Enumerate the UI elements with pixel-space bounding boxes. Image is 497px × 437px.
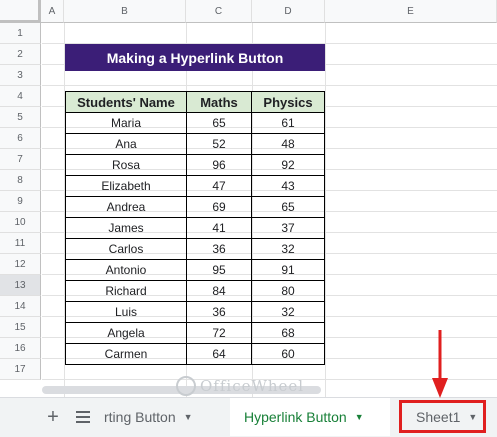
student-name-cell[interactable]: Richard bbox=[65, 280, 187, 302]
watermark-text: OfficeWheel bbox=[200, 377, 305, 395]
student-name-cell[interactable]: Rosa bbox=[65, 154, 187, 176]
table-row: Richard 84 80 bbox=[65, 280, 325, 302]
row-header-14[interactable]: 14 bbox=[0, 296, 41, 317]
row-header-17[interactable]: 17 bbox=[0, 359, 41, 380]
row-header-16[interactable]: 16 bbox=[0, 338, 41, 359]
caret-down-icon[interactable]: ▼ bbox=[184, 412, 193, 422]
list-icon[interactable] bbox=[72, 406, 94, 428]
physics-cell[interactable]: 32 bbox=[251, 301, 325, 323]
maths-cell[interactable]: 69 bbox=[186, 196, 252, 218]
maths-cell[interactable]: 36 bbox=[186, 301, 252, 323]
row-header-12[interactable]: 12 bbox=[0, 254, 41, 275]
table-row: Ana 52 48 bbox=[65, 133, 325, 155]
table-row: Carmen 64 60 bbox=[65, 343, 325, 365]
maths-cell[interactable]: 36 bbox=[186, 238, 252, 260]
table-row: Antonio 95 91 bbox=[65, 259, 325, 281]
grid-column-line bbox=[325, 23, 326, 397]
physics-cell[interactable]: 48 bbox=[251, 133, 325, 155]
header-students-name[interactable]: Students' Name bbox=[65, 91, 187, 113]
physics-cell[interactable]: 80 bbox=[251, 280, 325, 302]
table-row: James 41 37 bbox=[65, 217, 325, 239]
column-header-e[interactable]: E bbox=[325, 0, 497, 23]
row-header-6[interactable]: 6 bbox=[0, 128, 41, 149]
student-name-cell[interactable]: James bbox=[65, 217, 187, 239]
row-header-4[interactable]: 4 bbox=[0, 86, 41, 107]
student-name-cell[interactable]: Angela bbox=[65, 322, 187, 344]
student-table: Students' Name Maths Physics Maria 65 61 An… bbox=[65, 91, 325, 365]
tab-label: Hyperlink Button bbox=[244, 409, 347, 425]
officewheel-logo-icon bbox=[176, 376, 196, 396]
student-name-cell[interactable]: Maria bbox=[65, 112, 187, 134]
student-name-cell[interactable]: Andrea bbox=[65, 196, 187, 218]
student-name-cell[interactable]: Carmen bbox=[65, 343, 187, 365]
student-name-cell[interactable]: Luis bbox=[65, 301, 187, 323]
maths-cell[interactable]: 72 bbox=[186, 322, 252, 344]
maths-cell[interactable]: 52 bbox=[186, 133, 252, 155]
header-maths[interactable]: Maths bbox=[186, 91, 252, 113]
physics-cell[interactable]: 37 bbox=[251, 217, 325, 239]
physics-cell[interactable]: 61 bbox=[251, 112, 325, 134]
row-header-15[interactable]: 15 bbox=[0, 317, 41, 338]
table-row: Luis 36 32 bbox=[65, 301, 325, 323]
row-header-5[interactable]: 5 bbox=[0, 107, 41, 128]
row-header-1[interactable]: 1 bbox=[0, 23, 41, 44]
row-header-8[interactable]: 8 bbox=[0, 170, 41, 191]
maths-cell[interactable]: 84 bbox=[186, 280, 252, 302]
column-header-b[interactable]: B bbox=[64, 0, 186, 23]
tab-label: rting Button bbox=[104, 409, 176, 425]
maths-cell[interactable]: 96 bbox=[186, 154, 252, 176]
student-name-cell[interactable]: Carlos bbox=[65, 238, 187, 260]
physics-cell[interactable]: 32 bbox=[251, 238, 325, 260]
row-header-2[interactable]: 2 bbox=[0, 44, 41, 65]
row-header-11[interactable]: 11 bbox=[0, 233, 41, 254]
caret-down-icon[interactable]: ▼ bbox=[355, 412, 364, 422]
row-header-10[interactable]: 10 bbox=[0, 212, 41, 233]
physics-cell[interactable]: 65 bbox=[251, 196, 325, 218]
column-header-a[interactable]: A bbox=[41, 0, 64, 23]
column-header-c[interactable]: C bbox=[186, 0, 252, 23]
table-row: Maria 65 61 bbox=[65, 112, 325, 134]
table-row: Angela 72 68 bbox=[65, 322, 325, 344]
watermark: OfficeWheel bbox=[176, 376, 304, 396]
physics-cell[interactable]: 91 bbox=[251, 259, 325, 281]
red-arrow-icon bbox=[432, 330, 448, 398]
physics-cell[interactable]: 68 bbox=[251, 322, 325, 344]
maths-cell[interactable]: 47 bbox=[186, 175, 252, 197]
table-row: Rosa 96 92 bbox=[65, 154, 325, 176]
row-header-13[interactable]: 13 bbox=[0, 275, 41, 296]
student-name-cell[interactable]: Antonio bbox=[65, 259, 187, 281]
table-row: Carlos 36 32 bbox=[65, 238, 325, 260]
maths-cell[interactable]: 65 bbox=[186, 112, 252, 134]
grid-row-line bbox=[42, 85, 497, 86]
header-physics[interactable]: Physics bbox=[251, 91, 325, 113]
tab-hyperlink-button[interactable]: Hyperlink Button ▼ bbox=[230, 398, 390, 436]
physics-cell[interactable]: 92 bbox=[251, 154, 325, 176]
column-header-d[interactable]: D bbox=[252, 0, 325, 23]
table-row: Elizabeth 47 43 bbox=[65, 175, 325, 197]
select-all-corner[interactable] bbox=[0, 0, 41, 23]
physics-cell[interactable]: 43 bbox=[251, 175, 325, 197]
sheet1-highlight-box bbox=[399, 400, 486, 433]
row-header-7[interactable]: 7 bbox=[0, 149, 41, 170]
plus-icon[interactable]: + bbox=[42, 406, 64, 428]
tab-converting-button[interactable]: rting Button ▼ bbox=[104, 398, 220, 436]
physics-cell[interactable]: 60 bbox=[251, 343, 325, 365]
row-header-3[interactable]: 3 bbox=[0, 65, 41, 86]
maths-cell[interactable]: 95 bbox=[186, 259, 252, 281]
table-row: Andrea 69 65 bbox=[65, 196, 325, 218]
student-name-cell[interactable]: Elizabeth bbox=[65, 175, 187, 197]
maths-cell[interactable]: 64 bbox=[186, 343, 252, 365]
title-cell[interactable]: Making a Hyperlink Button bbox=[65, 44, 325, 71]
row-header-9[interactable]: 9 bbox=[0, 191, 41, 212]
maths-cell[interactable]: 41 bbox=[186, 217, 252, 239]
student-name-cell[interactable]: Ana bbox=[65, 133, 187, 155]
